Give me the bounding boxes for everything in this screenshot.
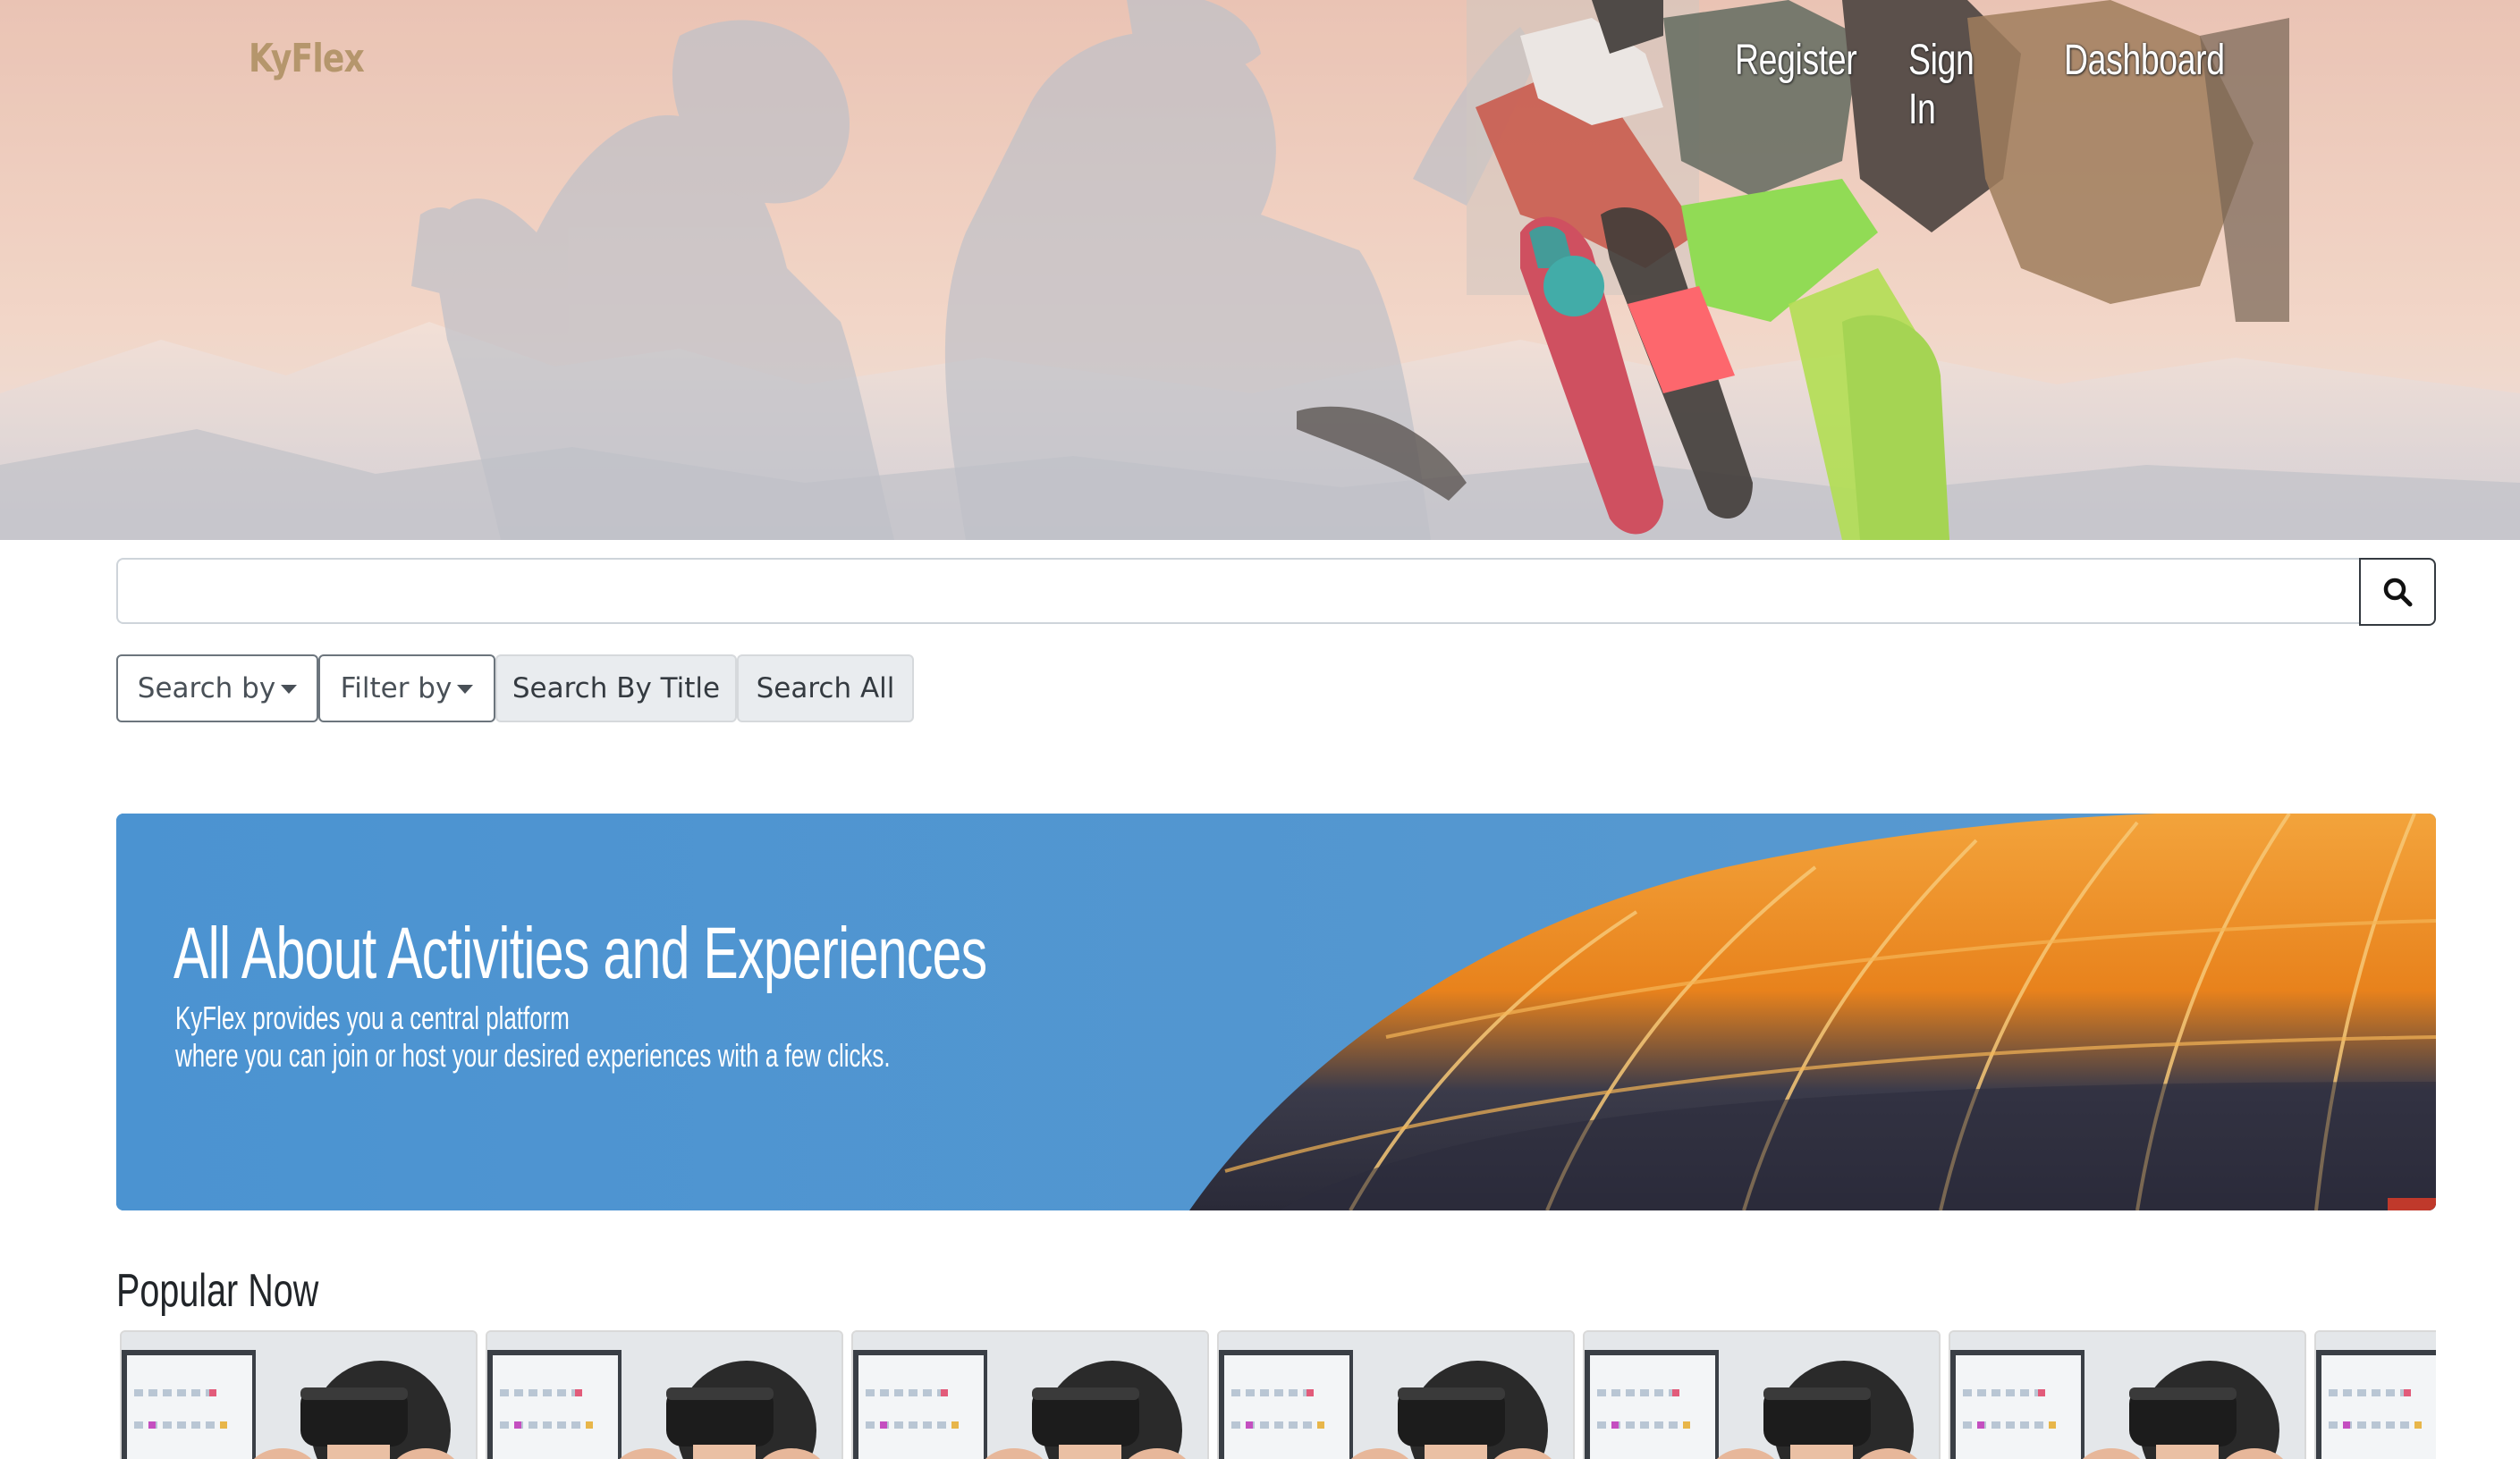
vr-headset-photo (122, 1332, 476, 1459)
vr-headset-photo (487, 1332, 841, 1459)
banner-description: KyFlex provides you a central platform w… (175, 999, 891, 1075)
hero-banner: All About Activities and Experiences KyF… (116, 814, 2436, 1210)
banner-description-line-2: where you can join or host your desired … (175, 1037, 891, 1074)
caret-down-icon (457, 685, 474, 694)
vr-headset-photo (1585, 1332, 1939, 1459)
filter-by-label: Filter by (340, 672, 452, 704)
popular-cards-carousel (120, 1330, 2436, 1459)
search-button[interactable] (2359, 558, 2436, 626)
search-by-label: Search by (137, 672, 276, 704)
popular-card[interactable] (851, 1330, 1209, 1459)
nav-dashboard-link[interactable]: Dashboard (2064, 36, 2225, 85)
filter-by-dropdown[interactable]: Filter by (318, 654, 495, 722)
banner-description-line-1: KyFlex provides you a central platform (175, 999, 570, 1036)
vr-headset-photo (1219, 1332, 1573, 1459)
search-input[interactable] (116, 558, 2359, 624)
vr-headset-photo (853, 1332, 1207, 1459)
popular-now-heading: Popular Now (116, 1265, 319, 1317)
search-all-button[interactable]: Search All (737, 654, 914, 722)
popular-card[interactable] (1949, 1330, 2306, 1459)
search-icon (2383, 578, 2413, 607)
search-by-dropdown[interactable]: Search by (116, 654, 318, 722)
caret-down-icon (281, 685, 298, 694)
search-by-title-button[interactable]: Search By Title (495, 654, 737, 722)
nav-register-link[interactable]: Register (1735, 36, 1857, 85)
hero-header: KyFlex Register Sign In Dashboard (0, 0, 2520, 540)
popular-card[interactable] (486, 1330, 843, 1459)
popular-card[interactable] (1583, 1330, 1941, 1459)
vr-headset-photo (2316, 1332, 2436, 1459)
nav-sign-in-link[interactable]: Sign In (1908, 36, 1975, 134)
vr-headset-photo (1950, 1332, 2304, 1459)
popular-card[interactable] (120, 1330, 478, 1459)
popular-card[interactable] (2314, 1330, 2436, 1459)
popular-card[interactable] (1217, 1330, 1575, 1459)
banner-title: All About Activities and Experiences (173, 913, 987, 994)
brand-logo[interactable]: KyFlex (249, 36, 365, 81)
